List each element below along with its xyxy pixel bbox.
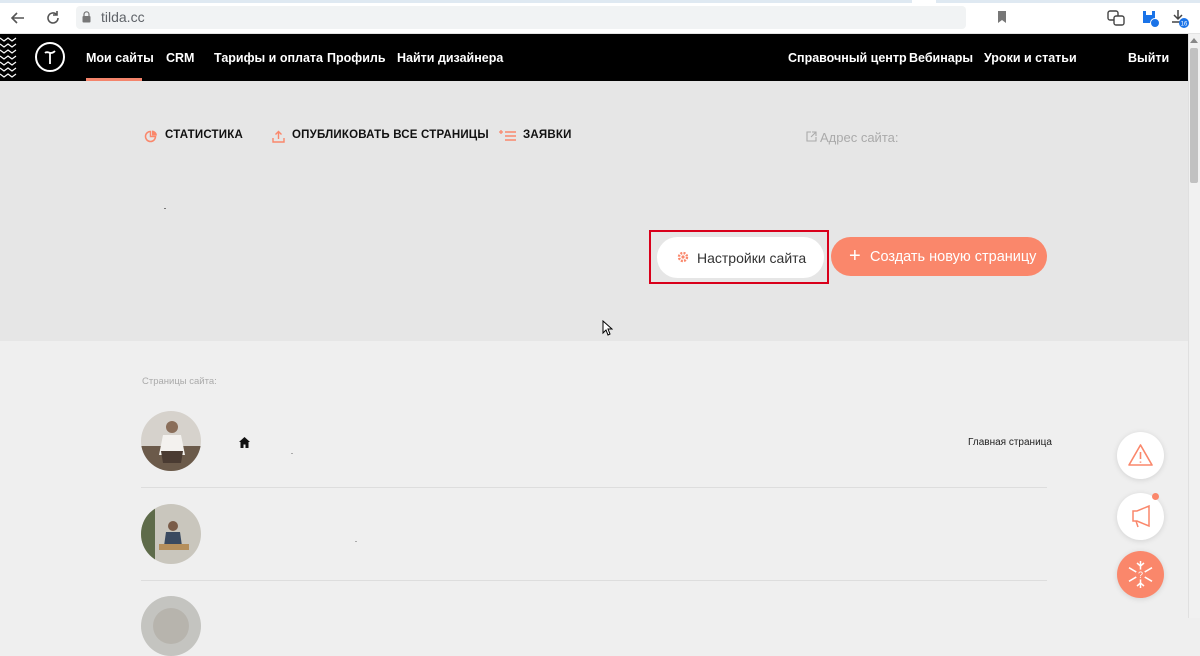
logout-link[interactable]: Выйти — [1128, 51, 1169, 65]
back-arrow-icon[interactable] — [8, 8, 28, 28]
site-address-label: Адрес сайта: — [820, 130, 899, 145]
zigzag-pattern-icon — [0, 37, 17, 78]
download-icon[interactable]: 16 — [1170, 8, 1190, 28]
bookmark-icon[interactable] — [997, 10, 1007, 24]
nav-webinars[interactable]: Вебинары — [909, 51, 973, 65]
top-navigation: Мои сайты CRM Тарифы и оплата Профиль На… — [0, 34, 1188, 81]
page-meta-mark — [355, 541, 357, 542]
downloads-badge: 16 — [1181, 22, 1188, 28]
publish-all-link[interactable]: ОПУБЛИКОВАТЬ ВСЕ СТРАНИЦЫ — [292, 129, 489, 141]
upload-icon — [272, 130, 285, 143]
reload-icon[interactable] — [43, 8, 63, 28]
svg-text:?: ? — [1138, 570, 1143, 580]
leads-link[interactable]: ЗАЯВКИ — [523, 129, 572, 141]
nav-crm[interactable]: CRM — [166, 51, 194, 65]
nav-lessons[interactable]: Уроки и статьи — [984, 51, 1077, 65]
lock-icon — [82, 11, 91, 23]
statistics-link[interactable]: СТАТИСТИКА — [165, 129, 243, 141]
extension-save-icon[interactable] — [1140, 8, 1160, 28]
page-thumbnail[interactable] — [141, 504, 201, 564]
warning-widget[interactable] — [1117, 432, 1164, 479]
row-divider — [141, 487, 1047, 488]
scrollbar-thumb[interactable] — [1190, 48, 1198, 183]
site-settings-label: Настройки сайта — [697, 250, 807, 266]
mouse-cursor-icon — [602, 320, 613, 336]
address-bar[interactable] — [76, 6, 966, 29]
nav-help-center[interactable]: Справочный центр — [788, 51, 907, 65]
tilda-logo-icon[interactable] — [35, 42, 65, 72]
empty-description-mark — [164, 208, 166, 209]
page-thumbnail[interactable] — [141, 596, 201, 656]
external-link-icon — [806, 131, 817, 142]
statistics-icon — [144, 130, 157, 143]
page-meta-mark — [291, 453, 293, 454]
leads-list-icon — [499, 130, 516, 141]
page-thumbnail[interactable] — [141, 411, 201, 471]
browser-tab-strip — [0, 0, 1200, 3]
pages-list-title: Страницы сайта: — [142, 376, 217, 387]
announcements-widget[interactable] — [1117, 493, 1164, 540]
nav-find-designer[interactable]: Найти дизайнера — [397, 51, 503, 65]
create-page-label: Создать новую страницу — [870, 249, 1037, 265]
nav-my-sites[interactable]: Мои сайты — [86, 51, 154, 65]
nav-pricing[interactable]: Тарифы и оплата — [214, 51, 323, 65]
row-divider — [141, 580, 1047, 581]
nav-profile[interactable]: Профиль — [327, 51, 386, 65]
notification-dot — [1152, 493, 1159, 500]
help-widget[interactable]: ? — [1117, 551, 1164, 598]
site-panel — [0, 81, 1188, 341]
url-text: tilda.cc — [101, 9, 145, 25]
plus-icon: + — [849, 245, 861, 267]
extension-chat-icon[interactable] — [1106, 8, 1126, 28]
gear-icon — [677, 251, 689, 263]
main-page-label: Главная страница — [968, 437, 1052, 448]
scroll-up-arrow-icon[interactable] — [1190, 38, 1198, 43]
home-icon — [239, 437, 250, 448]
